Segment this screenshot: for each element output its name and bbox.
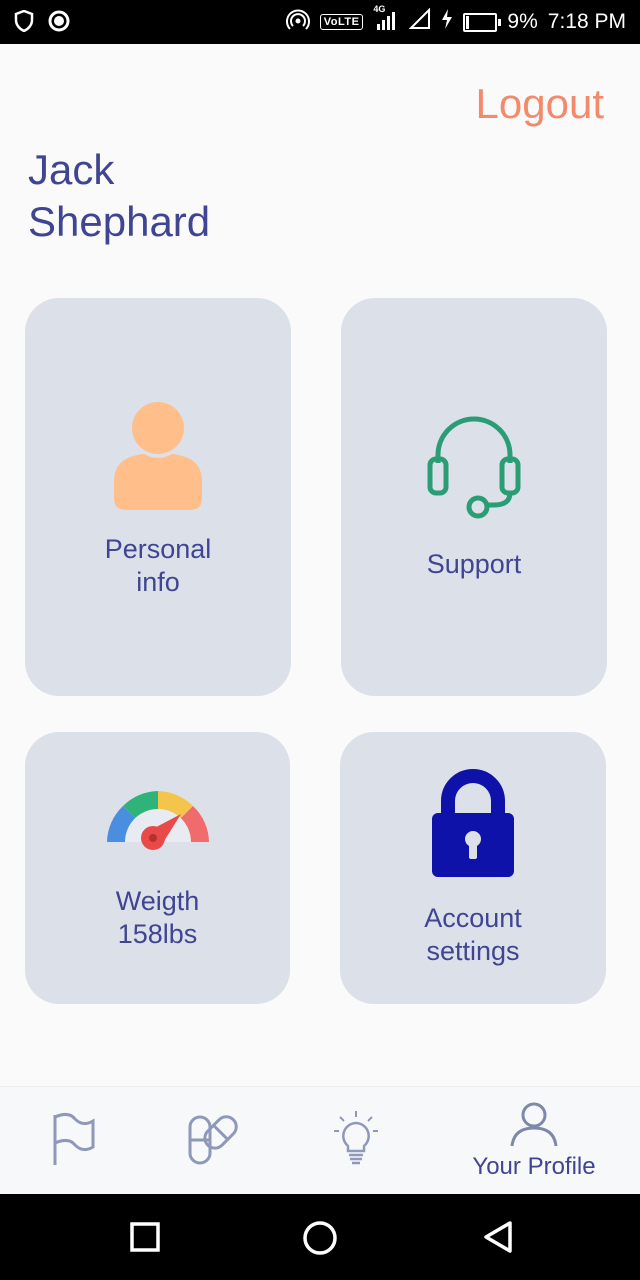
logout-button[interactable]: Logout (476, 80, 604, 128)
nav-item-flag[interactable] (40, 1087, 104, 1195)
bottom-nav: Your Profile (0, 1086, 640, 1195)
user-icon (510, 1102, 558, 1153)
card-label: Account settings (424, 902, 522, 966)
gauge-icon (103, 786, 213, 861)
pills-icon (186, 1111, 238, 1172)
nav-item-tips[interactable] (324, 1087, 388, 1195)
nav-item-pills[interactable] (180, 1087, 244, 1195)
card-label: Personal info (104, 533, 212, 597)
back-button-icon[interactable] (482, 1220, 514, 1259)
signal-empty-icon (409, 7, 431, 36)
person-icon (112, 401, 204, 515)
hotspot-icon (285, 8, 310, 36)
card-label: Weigth 158lbs (115, 885, 200, 949)
lightbulb-icon (332, 1110, 380, 1172)
clock: 7:18 PM (547, 10, 626, 33)
support-card[interactable]: Support (341, 298, 607, 696)
lock-icon (430, 768, 516, 884)
weight-card[interactable]: Weigth 158lbs (25, 732, 290, 1004)
status-bar: VoLTE 4G 9% 7:18 PM (0, 0, 640, 44)
flag-icon (49, 1111, 95, 1172)
battery-percent: 9% (507, 10, 538, 33)
home-button-icon[interactable] (302, 1220, 338, 1261)
record-icon (48, 10, 70, 37)
battery-icon (463, 12, 502, 32)
nav-label: Your Profile (472, 1152, 596, 1180)
signal-4g-icon: 4G (373, 4, 399, 34)
android-nav-bar (0, 1194, 640, 1280)
shield-icon (14, 9, 34, 37)
recents-button-icon[interactable] (130, 1222, 160, 1257)
charging-icon (441, 9, 453, 35)
user-name: Jack Shephard (28, 146, 211, 245)
account-settings-card[interactable]: Account settings (340, 732, 606, 1004)
volte-badge: VoLTE (319, 14, 364, 30)
personal-info-card[interactable]: Personal info (25, 298, 291, 696)
card-label: Support (426, 549, 522, 579)
headset-icon (424, 413, 524, 526)
nav-item-your-profile[interactable]: Your Profile (464, 1087, 604, 1195)
